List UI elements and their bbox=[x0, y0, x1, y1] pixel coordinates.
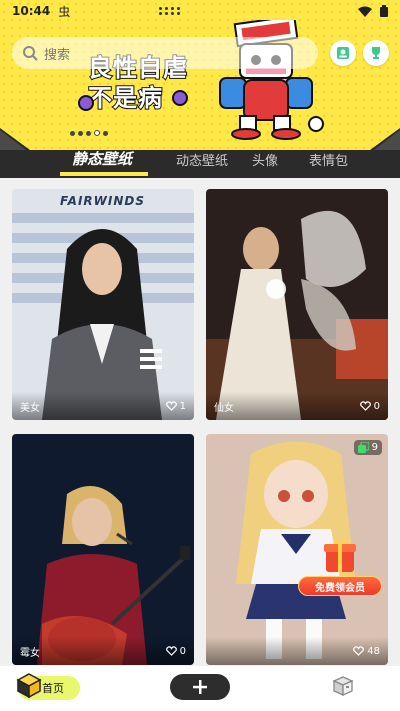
banner-headline-line2: 不是病 bbox=[87, 83, 163, 113]
heart-icon bbox=[165, 646, 177, 656]
card-caption: 美女 1 bbox=[12, 392, 194, 420]
camera-dots-icon bbox=[158, 7, 181, 15]
tab-static-wallpaper[interactable]: 静态壁纸 bbox=[72, 148, 132, 169]
tab-stickers[interactable]: 表情包 bbox=[309, 150, 348, 169]
ranking-button[interactable] bbox=[363, 40, 389, 66]
notification-app-icon: 虫 bbox=[58, 4, 71, 19]
free-vip-label: 免费领会员 bbox=[298, 576, 382, 596]
like-count: 0 bbox=[373, 400, 380, 412]
like-counter[interactable]: 0 bbox=[165, 645, 186, 657]
wallpaper-thumbnail bbox=[12, 434, 194, 665]
free-vip-promo[interactable]: 免费领会员 bbox=[292, 534, 388, 596]
like-counter[interactable]: 48 bbox=[353, 646, 380, 657]
smiley-icon bbox=[172, 90, 188, 106]
heart-icon bbox=[165, 401, 177, 411]
card-caption: 48 bbox=[206, 637, 388, 665]
person-card-icon bbox=[337, 47, 349, 59]
plus-icon bbox=[193, 680, 207, 694]
wifi-icon bbox=[358, 6, 372, 17]
smiley-icon bbox=[78, 95, 94, 111]
home-cube-icon bbox=[16, 673, 42, 698]
wallpaper-card[interactable]: 仙女 0 bbox=[206, 189, 388, 420]
search-input[interactable]: 搜索 bbox=[12, 37, 318, 69]
dynamic-badge: 9 bbox=[353, 440, 382, 455]
layers-icon bbox=[357, 442, 369, 453]
status-time: 10:44 bbox=[12, 4, 51, 18]
like-count: 0 bbox=[179, 645, 186, 657]
like-counter[interactable]: 1 bbox=[165, 400, 186, 412]
category-tabbar: 静态壁纸 动态壁纸 头像 表情包 bbox=[0, 128, 400, 178]
card-title: 仙女 bbox=[214, 402, 234, 414]
like-count: 48 bbox=[367, 645, 380, 657]
status-icons bbox=[358, 5, 388, 17]
tab-list: 静态壁纸 动态壁纸 头像 表情包 bbox=[0, 150, 400, 176]
heart-icon bbox=[353, 646, 365, 656]
card-caption: 霉女 0 bbox=[12, 637, 194, 665]
card-caption: 仙女 0 bbox=[206, 392, 388, 420]
tab-live-wallpaper[interactable]: 动态壁纸 bbox=[176, 150, 228, 169]
card-sign-text: FAIRWINDS bbox=[60, 194, 145, 208]
heart-icon bbox=[359, 401, 371, 411]
profile-card-button[interactable] bbox=[330, 40, 356, 66]
trophy-icon bbox=[372, 47, 380, 59]
bottom-navigation: 首页 bbox=[0, 666, 400, 711]
wallpaper-card[interactable]: 霉女 0 bbox=[12, 434, 194, 665]
app-screen: 良性自虐 不是病 10:44 bbox=[0, 0, 400, 711]
upload-button[interactable] bbox=[170, 674, 230, 700]
like-counter[interactable]: 0 bbox=[359, 400, 380, 412]
wallpaper-thumbnail bbox=[206, 189, 388, 420]
wallpaper-thumbnail bbox=[12, 189, 194, 420]
status-bar: 10:44 虫 bbox=[0, 0, 400, 22]
card-title: 美女 bbox=[20, 402, 40, 414]
like-count: 1 bbox=[179, 400, 186, 412]
badge-count: 9 bbox=[371, 442, 378, 453]
search-placeholder: 搜索 bbox=[44, 47, 71, 63]
search-icon bbox=[23, 46, 38, 61]
wallpaper-card[interactable]: 9 免费领会员 48 bbox=[206, 434, 388, 665]
nav-home-label: 首页 bbox=[42, 682, 64, 695]
tab-avatar[interactable]: 头像 bbox=[252, 150, 278, 169]
card-title: 霉女 bbox=[20, 647, 40, 659]
battery-icon bbox=[380, 5, 388, 17]
gift-box-icon bbox=[324, 538, 356, 572]
nav-profile-box-icon[interactable] bbox=[332, 675, 354, 697]
wallpaper-card[interactable]: FAIRWINDS 美女 1 bbox=[12, 189, 194, 420]
